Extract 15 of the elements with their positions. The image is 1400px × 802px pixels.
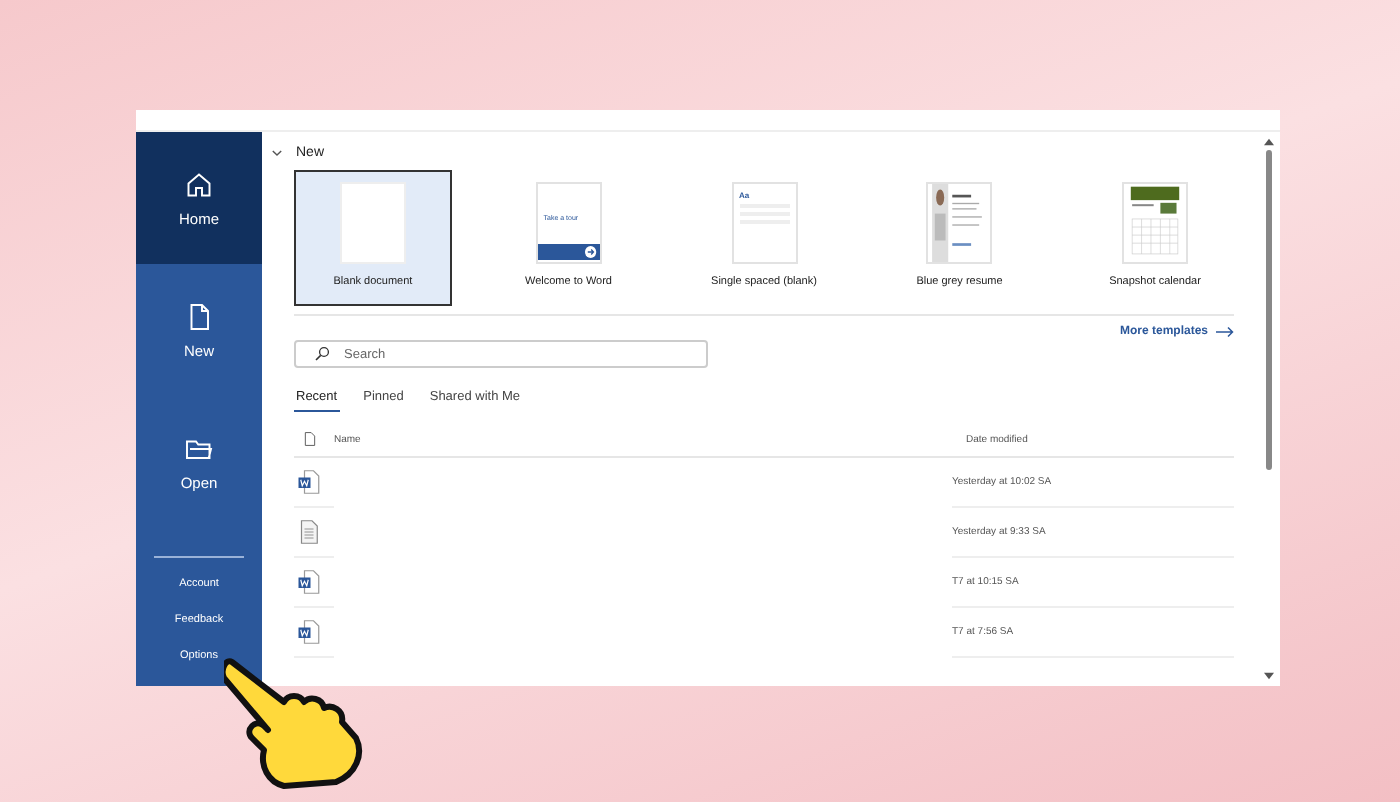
scroll-up-icon[interactable] [1263,138,1273,146]
scroll-down-icon[interactable] [1263,672,1273,680]
arrow-banner-icon [537,244,600,260]
word-file-icon [298,470,320,494]
scrollbar-thumb[interactable] [1265,150,1271,470]
calendar-thumbnail [1122,182,1188,264]
search-icon [314,346,330,362]
document-thumbnail [340,182,406,264]
document-icon [304,432,316,446]
word-file-icon [298,620,320,644]
home-icon [184,169,214,199]
word-file-icon [298,570,320,594]
resume-thumbnail [926,182,993,264]
text-file-icon [298,520,320,544]
arrow-icon [1216,326,1234,338]
